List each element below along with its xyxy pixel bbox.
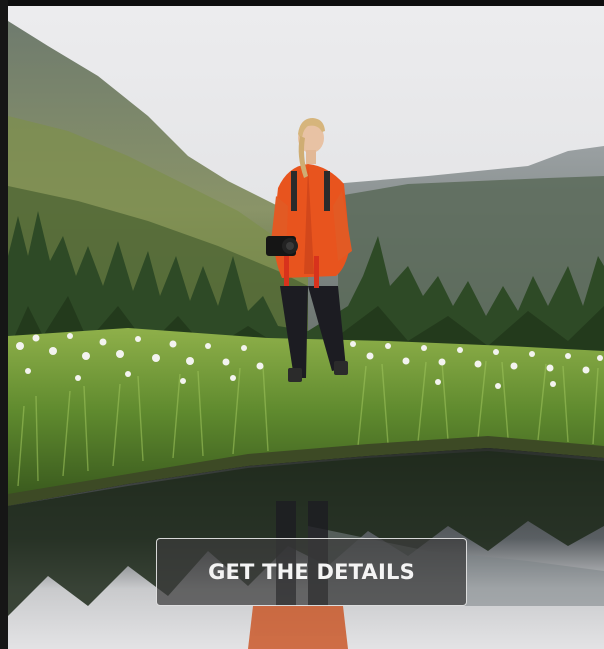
hero-frame: GET THE DETAILS bbox=[0, 0, 604, 649]
left-border bbox=[0, 0, 8, 649]
get-the-details-label: GET THE DETAILS bbox=[208, 560, 415, 584]
get-the-details-button[interactable]: GET THE DETAILS bbox=[156, 538, 467, 606]
